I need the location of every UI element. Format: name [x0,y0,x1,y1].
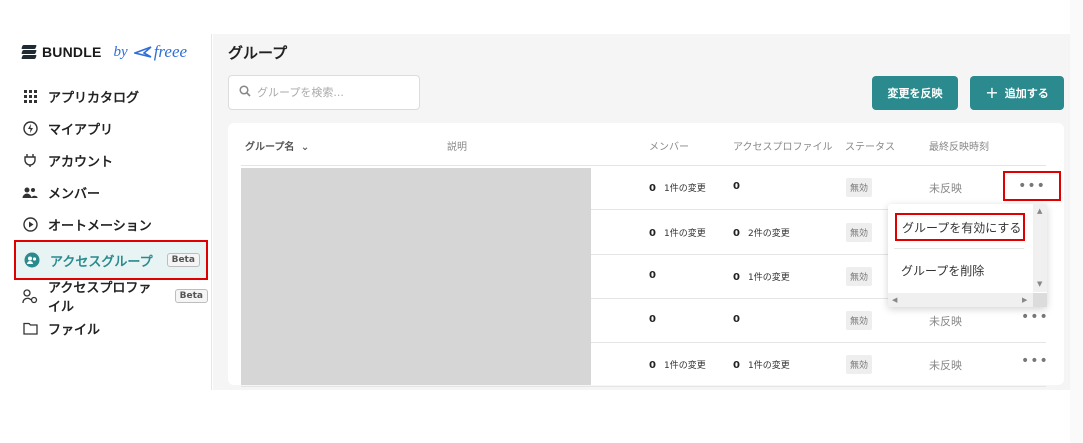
add-button-label: 追加する [1004,87,1049,100]
scrollbar-corner [1033,293,1047,307]
profiles-cell: 0 1件の変更 [733,360,790,371]
horizontal-scrollbar[interactable]: ◀ ▶ [888,293,1033,307]
column-header-name[interactable]: グループ名 ⌄ [245,138,309,153]
plus-icon: + [985,83,999,102]
row-menu-button[interactable]: ••• [1021,309,1049,325]
profiles-cell: 0 [733,181,740,192]
last-sync-text: 未反映 [929,182,962,195]
sidebar-item-access-profiles[interactable]: アクセスプロファイル Beta [14,280,208,315]
more-icon: ••• [1018,178,1046,194]
status-badge: 無効 [846,355,873,374]
column-header-access-profile: アクセスプロファイル [733,142,833,153]
scroll-left-icon[interactable]: ◀ [892,296,897,304]
sidebar-item-access-groups[interactable]: アクセスグループ Beta [14,240,208,280]
status-badge: 無効 [846,223,873,242]
search-box[interactable] [228,75,420,110]
add-group-button[interactable]: + 追加する [970,76,1064,110]
page-title: グループ [228,44,288,62]
last-sync-text: 未反映 [929,359,962,372]
redacted-area [241,168,591,385]
sidebar-item-label: ファイル [48,322,101,338]
column-header-members: メンバー [649,142,689,153]
bolt-circle-icon [22,120,38,136]
brand-logo[interactable]: BUNDLE by freee [21,42,188,62]
grid-icon [22,88,38,104]
members-cell: 0 1件の変更 [649,360,706,371]
column-header-last-sync: 最終反映時刻 [929,142,989,153]
sidebar-nav: アプリカタログ マイアプリ アカウント メンバー オートメーション アクセスグル… [14,80,208,344]
members-cell: 0 [649,314,656,325]
sidebar: BUNDLE by freee アプリカタログ マイアプリ アカウント メンバー… [0,34,212,390]
row-menu-button[interactable]: ••• [1003,171,1061,201]
brand-name: BUNDLE [42,44,102,60]
sidebar-item-label: アプリカタログ [48,90,140,106]
column-header-description: 説明 [447,142,467,153]
chevron-down-icon: ⌄ [300,142,310,153]
members-cell: 0 1件の変更 [649,228,706,239]
vertical-scrollbar[interactable]: ▲ ▼ [1033,204,1047,292]
bundle-logo-icon [21,44,37,60]
partner-logo: freee [133,42,188,62]
sidebar-item-members[interactable]: メンバー [14,176,208,208]
members-cell: 0 [649,270,656,281]
sidebar-item-label: メンバー [48,186,101,202]
partner-name: freee [153,42,188,61]
menu-divider [894,248,1024,249]
sidebar-item-app-catalog[interactable]: アプリカタログ [14,80,208,112]
row-menu-button[interactable]: ••• [1021,353,1049,369]
bird-icon [133,46,152,58]
delete-group-menu-item[interactable]: グループを削除 [901,262,984,279]
profiles-cell: 0 [733,314,740,325]
sidebar-item-label: アクセスグループ [50,254,153,270]
apply-changes-button[interactable]: 変更を反映 [872,76,958,110]
sidebar-item-label: アクセスプロファイル [48,281,152,315]
sidebar-item-label: アカウント [48,154,114,170]
column-header-status: ステータス [845,142,895,153]
scroll-up-icon[interactable]: ▲ [1037,207,1042,215]
scroll-right-icon[interactable]: ▶ [1022,296,1027,304]
last-sync-text: 未反映 [929,315,962,328]
sidebar-item-automation[interactable]: オートメーション [14,208,208,240]
profiles-cell: 0 1件の変更 [733,272,790,283]
sidebar-item-my-apps[interactable]: マイアプリ [14,112,208,144]
status-badge: 無効 [846,267,873,286]
sidebar-item-label: オートメーション [48,218,152,234]
sidebar-item-accounts[interactable]: アカウント [14,144,208,176]
folder-icon [22,320,38,336]
plug-icon [22,152,38,168]
app-window: BUNDLE by freee アプリカタログ マイアプリ アカウント メンバー… [0,0,1083,443]
people-icon [22,184,38,200]
more-icon: ••• [1021,309,1049,325]
sidebar-item-label: マイアプリ [48,122,114,138]
enable-group-menu-item[interactable]: グループを有効にする [895,213,1025,241]
row-context-menu: グループを有効にする グループを削除 ▲ ▼ ◀ ▶ [888,204,1047,307]
profiles-cell: 0 2件の変更 [733,228,790,239]
status-badge: 無効 [846,178,873,197]
search-input[interactable] [257,86,407,99]
status-badge: 無効 [846,311,873,330]
members-cell: 0 1件の変更 [649,183,706,194]
brand-by: by [113,43,128,60]
sidebar-item-files[interactable]: ファイル [14,312,208,344]
search-icon [239,85,251,100]
column-name-label: グループ名 [245,142,295,153]
group-circle-icon [24,252,40,268]
play-circle-icon [22,216,38,232]
user-settings-icon [22,288,38,304]
more-icon: ••• [1021,353,1049,369]
beta-badge: Beta [166,253,200,267]
beta-badge: Beta [174,289,208,303]
scroll-down-icon[interactable]: ▼ [1037,280,1042,288]
window-edge [1070,0,1083,443]
